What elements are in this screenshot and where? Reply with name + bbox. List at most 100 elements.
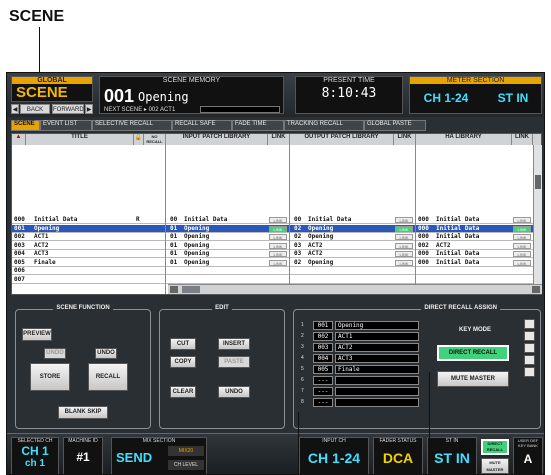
copy-button[interactable]: COPY bbox=[170, 356, 196, 368]
slot-scene-number[interactable]: 003 bbox=[313, 343, 333, 352]
link-button[interactable]: LINK bbox=[395, 251, 413, 257]
horizontal-scrollbar[interactable] bbox=[168, 284, 542, 294]
slot-scene-name bbox=[335, 398, 419, 407]
col-output-link: LINK bbox=[394, 134, 416, 145]
link-button[interactable]: LINK bbox=[513, 217, 531, 223]
link-button[interactable]: LINK bbox=[269, 242, 287, 249]
table-row[interactable]: 003 ACT2 01 Opening 03 ACT2 002 ACT2 LINK LINK LIN… bbox=[12, 242, 541, 250]
footer-direct-recall-button[interactable]: DIRECT RECALL bbox=[481, 439, 509, 455]
footer-mute-master-button[interactable]: MUTE MASTER bbox=[481, 458, 509, 474]
link-button[interactable]: LINK bbox=[513, 234, 531, 240]
scene-function-button[interactable]: GLOBAL SCENE bbox=[11, 76, 93, 102]
table-row[interactable]: 004 ACT3 01 Opening 03 ACT2 000 Initial Data LIN… bbox=[12, 250, 541, 258]
link-button[interactable]: LINK bbox=[269, 251, 287, 257]
blank-skip-button[interactable]: BLANK SKIP bbox=[58, 406, 108, 419]
tab-global-paste[interactable]: GLOBAL PASTE bbox=[364, 120, 426, 131]
link-button[interactable]: LINK bbox=[513, 259, 531, 266]
scene-list-table[interactable]: ▲ TITLE 🔒 NO RECALL INPUT PATCH LIBRARY … bbox=[11, 133, 542, 295]
table-row[interactable]: 006 bbox=[12, 267, 541, 275]
back-arrow-icon[interactable]: ◀ bbox=[11, 104, 19, 114]
meter-ch-button[interactable]: CH 1-24 bbox=[414, 91, 478, 109]
link-button[interactable]: LINK bbox=[395, 259, 413, 266]
tab-scene[interactable]: SCENE bbox=[11, 120, 40, 131]
direct-recall-slot[interactable]: 8 --- bbox=[301, 398, 421, 407]
scene-progress-bar bbox=[200, 106, 280, 113]
forward-arrow-icon[interactable]: ▶ bbox=[85, 104, 93, 114]
slot-scene-number[interactable]: 001 bbox=[313, 321, 333, 330]
slot-scene-number[interactable]: --- bbox=[313, 398, 333, 407]
divider bbox=[415, 134, 416, 294]
scroll-thumb[interactable] bbox=[535, 175, 541, 189]
table-row[interactable]: 002 ACT1 01 Opening 02 Opening 000 Initial Data… bbox=[12, 233, 541, 241]
direct-recall-slot[interactable]: 4 004 ACT3 bbox=[301, 354, 421, 363]
selected-ch-panel[interactable]: SELECTED CH CH 1 ch 1 bbox=[11, 437, 59, 474]
link-button[interactable]: LINK bbox=[269, 234, 287, 240]
slot-scene-number[interactable]: --- bbox=[313, 376, 333, 385]
link-button[interactable]: LINK bbox=[395, 242, 413, 249]
st-in-panel[interactable]: ST IN ST IN bbox=[427, 437, 477, 474]
slot-scene-number[interactable]: 002 bbox=[313, 332, 333, 341]
edit-undo-button[interactable]: UNDO bbox=[218, 386, 250, 398]
store-undo-button[interactable]: UNDO bbox=[44, 348, 66, 359]
tab-recall-safe[interactable]: RECALL SAFE bbox=[172, 120, 232, 131]
recall-button[interactable]: RECALL bbox=[88, 363, 128, 391]
sort-icon[interactable]: ▲ bbox=[12, 134, 26, 145]
link-button[interactable]: LINK bbox=[395, 225, 413, 232]
cell-in-name: Initial Data bbox=[184, 216, 228, 223]
scroll-thumb-horizontal[interactable] bbox=[182, 286, 200, 293]
link-button[interactable]: LINK bbox=[513, 225, 531, 232]
slot-scene-number[interactable]: 004 bbox=[313, 354, 333, 363]
mute-master-mode-button[interactable]: MUTE MASTER bbox=[437, 371, 509, 387]
direct-recall-slot[interactable]: 2 002 ACT1 bbox=[301, 332, 421, 341]
meter-section-panel[interactable]: METER SECTION CH 1-24 ST IN bbox=[409, 76, 542, 114]
meter-stin-button[interactable]: ST IN bbox=[486, 91, 540, 109]
tab-fade-time[interactable]: FADE TIME bbox=[232, 120, 284, 131]
link-button[interactable]: LINK bbox=[513, 242, 531, 249]
direct-recall-slot[interactable]: 1 001 Opening bbox=[301, 321, 421, 330]
link-button[interactable]: LINK bbox=[269, 217, 287, 223]
slot-scene-number[interactable]: 005 bbox=[313, 365, 333, 374]
link-button[interactable]: LINK bbox=[269, 225, 287, 232]
clear-button[interactable]: CLEAR bbox=[170, 386, 196, 398]
link-button[interactable]: LINK bbox=[395, 234, 413, 240]
user-key-bank-panel[interactable]: USER DEF KEY BANK A bbox=[513, 437, 543, 474]
cut-button[interactable]: CUT bbox=[170, 338, 196, 350]
link-button[interactable]: LINK bbox=[269, 259, 287, 266]
table-row[interactable]: 000 Initial Data R 00 Initial Data 00 Initial … bbox=[12, 216, 541, 224]
link-button[interactable]: LINK bbox=[395, 217, 413, 223]
cell-in-no: 01 bbox=[170, 258, 178, 266]
paste-button[interactable]: PASTE bbox=[218, 356, 250, 368]
back-button[interactable]: BACK bbox=[20, 104, 50, 114]
slot-scene-name bbox=[335, 387, 419, 396]
direct-recall-slot[interactable]: 3 003 ACT2 bbox=[301, 343, 421, 352]
table-row[interactable]: 001 Opening 01 Opening 02 Opening 000 Initial D… bbox=[12, 224, 541, 233]
cell-out-name bbox=[308, 267, 392, 275]
lock-icon: 🔒 bbox=[134, 134, 144, 145]
table-row[interactable]: 007 bbox=[12, 276, 541, 284]
link-button[interactable]: LINK bbox=[513, 251, 531, 257]
direct-recall-mode-button[interactable]: DIRECT RECALL bbox=[437, 345, 509, 361]
tab-selective-recall[interactable]: SELECTIVE RECALL bbox=[92, 120, 172, 131]
tab-event-list[interactable]: EVENT LIST bbox=[40, 120, 92, 131]
scroll-right-icon[interactable] bbox=[532, 286, 540, 293]
table-row[interactable]: 005 Finale 01 Opening 02 Opening 000 Initial Da… bbox=[12, 259, 541, 267]
tab-tracking-recall[interactable]: TRACKING RECALL bbox=[284, 120, 364, 131]
direct-recall-slot[interactable]: 5 005 Finale bbox=[301, 365, 421, 374]
slot-scene-number[interactable]: --- bbox=[313, 387, 333, 396]
vertical-scrollbar[interactable] bbox=[533, 145, 542, 284]
input-ch-panel[interactable]: INPUT CH CH 1-24 bbox=[299, 437, 369, 474]
recall-undo-button[interactable]: UNDO bbox=[95, 348, 117, 359]
cell-ha-name: Initial Data bbox=[436, 224, 480, 232]
forward-button[interactable]: FORWARD bbox=[52, 104, 84, 114]
col-title[interactable]: TITLE bbox=[26, 134, 134, 145]
insert-button[interactable]: INSERT bbox=[218, 338, 250, 350]
preview-button[interactable]: PREVIEW bbox=[22, 328, 52, 341]
direct-recall-slot[interactable]: 6 --- bbox=[301, 376, 421, 385]
cell-in-name: Opening bbox=[184, 258, 210, 266]
ch-level-button[interactable]: CH LEVEL bbox=[168, 460, 204, 470]
scene-memory-panel[interactable]: SCENE MEMORY 001 Opening NEXT SCENE ▸ 00… bbox=[99, 76, 284, 114]
scroll-left-icon[interactable] bbox=[170, 286, 178, 293]
mix-section-panel[interactable]: MIX SECTION SEND MIX20 CH LEVEL bbox=[111, 437, 207, 474]
store-button[interactable]: STORE bbox=[30, 363, 70, 391]
direct-recall-slot[interactable]: 7 --- bbox=[301, 387, 421, 396]
